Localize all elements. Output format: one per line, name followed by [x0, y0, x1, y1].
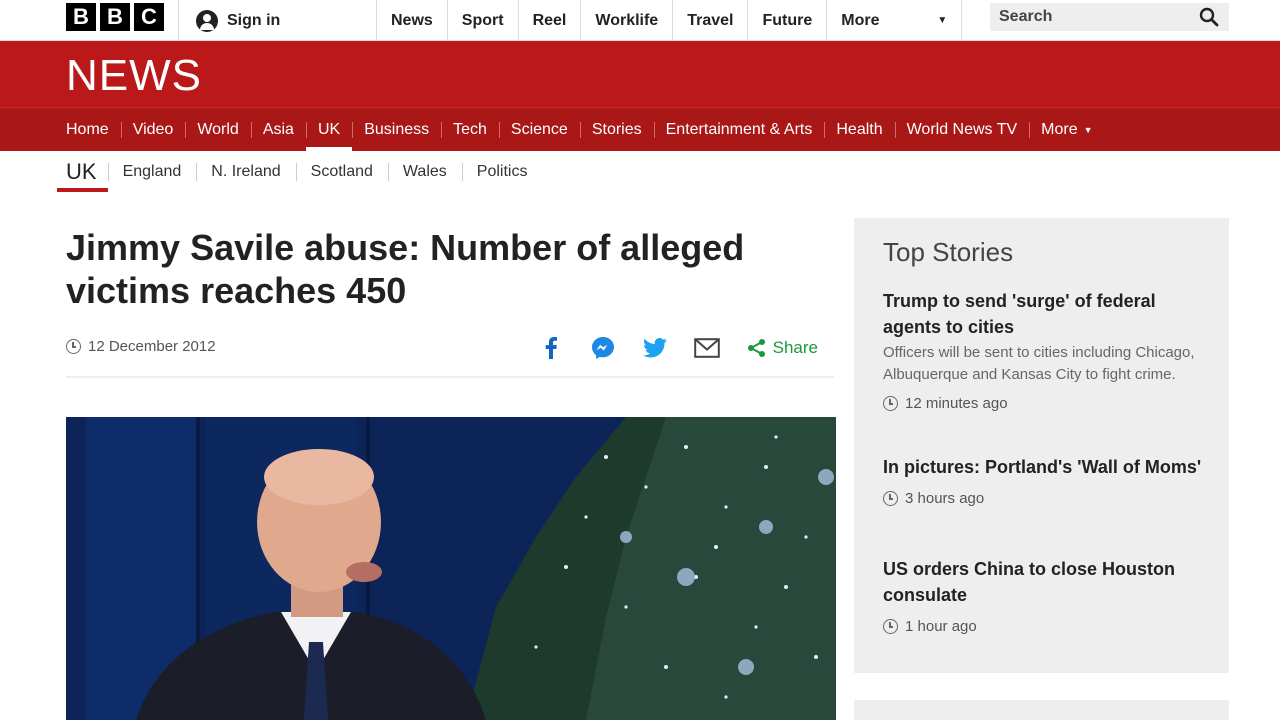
- global-nav-more-label: More: [841, 11, 880, 29]
- user-icon: [196, 9, 218, 32]
- article-hero-image[interactable]: [66, 417, 836, 720]
- global-nav-news[interactable]: News: [376, 0, 447, 41]
- global-nav-travel[interactable]: Travel: [672, 0, 747, 41]
- sign-in-link[interactable]: Sign in: [178, 0, 376, 41]
- sign-in-label: Sign in: [227, 11, 281, 29]
- top-stories-heading: Top Stories: [883, 237, 1014, 267]
- bbc-logo-letter: B: [66, 3, 96, 31]
- top-story-item[interactable]: US orders China to close Houston consula…: [883, 556, 1203, 635]
- news-nav-health[interactable]: Health: [824, 108, 894, 151]
- story-time: 1 hour ago: [883, 618, 1203, 635]
- top-stories-panel: Top Stories Trump to send 'surge' of fed…: [854, 218, 1229, 673]
- news-nav-uk[interactable]: UK: [305, 108, 353, 151]
- news-nav-more-label: More: [1041, 120, 1078, 138]
- search-placeholder: Search: [999, 8, 1053, 25]
- bbc-logo[interactable]: B B C: [66, 3, 164, 31]
- global-nav-more[interactable]: More ▼: [826, 0, 963, 41]
- article-meta: 12 December 2012 Share: [66, 330, 834, 378]
- news-nav-science[interactable]: Science: [498, 108, 580, 151]
- news-nav-home[interactable]: Home: [54, 108, 121, 151]
- headline-line: victims reaches 450: [66, 270, 407, 311]
- search-box[interactable]: Search: [990, 3, 1229, 31]
- story-time-text: 3 hours ago: [905, 490, 985, 507]
- story-time: 12 minutes ago: [883, 395, 1203, 412]
- news-header: NEWS Home Video World Asia UK Business T…: [0, 41, 1280, 151]
- global-header: B B C Sign in News Sport Reel Worklife T…: [0, 0, 1280, 41]
- global-nav-worklife[interactable]: Worklife: [580, 0, 672, 41]
- news-nav-world[interactable]: World: [185, 108, 251, 151]
- facebook-icon[interactable]: [525, 334, 577, 362]
- news-nav-entertainment-arts[interactable]: Entertainment & Arts: [653, 108, 825, 151]
- section-nav-uk[interactable]: UK: [56, 151, 108, 193]
- section-nav-politics[interactable]: Politics: [461, 151, 543, 193]
- news-wordmark[interactable]: NEWS: [66, 51, 202, 101]
- hero-scene: [66, 417, 836, 720]
- bbc-logo-letter: C: [134, 3, 164, 31]
- share-label: Share: [772, 338, 818, 357]
- share-icon: [747, 339, 765, 357]
- article-headline: Jimmy Savile abuse: Number of alleged vi…: [66, 226, 836, 312]
- top-story-item[interactable]: In pictures: Portland's 'Wall of Moms' 3…: [883, 454, 1203, 507]
- story-time-text: 1 hour ago: [905, 618, 977, 635]
- story-title[interactable]: US orders China to close Houston consula…: [883, 556, 1203, 608]
- bbc-logo-letter: B: [100, 3, 130, 31]
- section-nav-wales[interactable]: Wales: [387, 151, 462, 193]
- share-button[interactable]: Share: [733, 338, 818, 358]
- news-nav-more[interactable]: More ▼: [1029, 108, 1104, 151]
- section-nav-n-ireland[interactable]: N. Ireland: [196, 151, 295, 193]
- story-time: 3 hours ago: [883, 490, 1203, 507]
- top-story-item[interactable]: Trump to send 'surge' of federal agents …: [883, 288, 1203, 412]
- story-title[interactable]: Trump to send 'surge' of federal agents …: [883, 288, 1203, 340]
- news-nav-world-news-tv[interactable]: World News TV: [894, 108, 1030, 151]
- news-nav-stories[interactable]: Stories: [579, 108, 654, 151]
- caret-down-icon: ▼: [937, 15, 948, 26]
- headline-line: Jimmy Savile abuse: Number of alleged: [66, 227, 745, 268]
- section-nav-scotland[interactable]: Scotland: [295, 151, 388, 193]
- news-nav: Home Video World Asia UK Business Tech S…: [0, 107, 1280, 151]
- article-date: 12 December 2012: [66, 338, 216, 355]
- share-tools: Share: [525, 334, 818, 362]
- clock-icon: [66, 339, 81, 354]
- twitter-icon[interactable]: [629, 334, 681, 362]
- story-time-text: 12 minutes ago: [905, 395, 1008, 412]
- news-nav-asia[interactable]: Asia: [250, 108, 306, 151]
- global-nav-future[interactable]: Future: [747, 0, 826, 41]
- story-summary: Officers will be sent to cities includin…: [883, 344, 1195, 383]
- clock-icon: [883, 396, 898, 411]
- search-icon[interactable]: [1199, 7, 1219, 27]
- article-date-text: 12 December 2012: [88, 338, 216, 355]
- messenger-icon[interactable]: [577, 334, 629, 362]
- clock-icon: [883, 491, 898, 506]
- story-title[interactable]: In pictures: Portland's 'Wall of Moms': [883, 454, 1203, 480]
- caret-down-icon: ▼: [1083, 124, 1093, 135]
- global-nav-sport[interactable]: Sport: [446, 0, 518, 41]
- section-nav: UK England N. Ireland Scotland Wales Pol…: [0, 151, 1280, 193]
- global-nav-reel[interactable]: Reel: [517, 0, 581, 41]
- section-nav-england[interactable]: England: [107, 151, 197, 193]
- email-icon[interactable]: [681, 334, 733, 362]
- global-nav: News Sport Reel Worklife Travel Future M…: [376, 0, 963, 41]
- news-nav-tech[interactable]: Tech: [441, 108, 499, 151]
- news-nav-video[interactable]: Video: [120, 108, 186, 151]
- secondary-panel: [854, 700, 1229, 720]
- news-nav-business[interactable]: Business: [352, 108, 441, 151]
- clock-icon: [883, 619, 898, 634]
